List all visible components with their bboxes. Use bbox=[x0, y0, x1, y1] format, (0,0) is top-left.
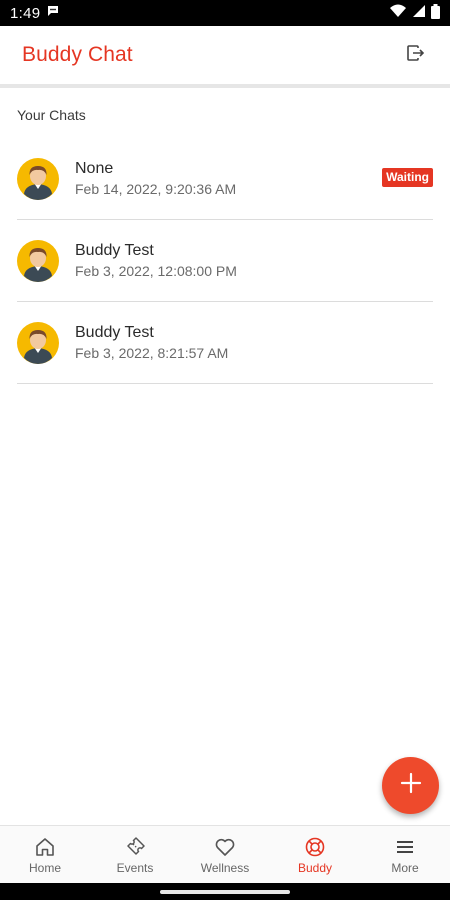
logout-button[interactable] bbox=[402, 41, 430, 69]
nav-item-home[interactable]: Home bbox=[0, 826, 90, 883]
menu-icon bbox=[394, 836, 416, 858]
chat-timestamp: Feb 3, 2022, 12:08:00 PM bbox=[75, 263, 237, 279]
section-label: Your Chats bbox=[17, 107, 86, 123]
chat-name: Buddy Test bbox=[75, 242, 154, 259]
status-badge: Waiting bbox=[382, 168, 433, 187]
wifi-icon bbox=[390, 4, 406, 22]
chat-list-item[interactable]: Buddy Test Feb 3, 2022, 12:08:00 PM bbox=[0, 220, 450, 302]
ticket-icon bbox=[124, 836, 146, 858]
plus-icon bbox=[400, 772, 422, 799]
chat-name: Buddy Test bbox=[75, 324, 154, 341]
message-notification-icon bbox=[46, 4, 60, 22]
avatar bbox=[17, 158, 59, 200]
home-icon bbox=[34, 836, 56, 858]
status-bar: 1:49 bbox=[0, 0, 450, 26]
nav-label: Buddy bbox=[297, 861, 333, 875]
chat-timestamp: Feb 3, 2022, 8:21:57 AM bbox=[75, 345, 229, 361]
lifebuoy-icon bbox=[304, 836, 326, 858]
app-bar: Buddy Chat bbox=[0, 26, 450, 84]
avatar bbox=[17, 322, 59, 364]
bottom-navigation: Home Events Wellness Buddy More bbox=[0, 825, 450, 883]
status-time: 1:49 bbox=[10, 4, 41, 22]
nav-item-events[interactable]: Events bbox=[90, 826, 180, 883]
nav-label: More bbox=[391, 861, 419, 875]
chat-timestamp: Feb 14, 2022, 9:20:36 AM bbox=[75, 181, 237, 197]
nav-item-buddy[interactable]: Buddy bbox=[270, 826, 360, 883]
heart-icon bbox=[214, 836, 236, 858]
nav-item-more[interactable]: More bbox=[360, 826, 450, 883]
nav-label: Wellness bbox=[200, 861, 250, 875]
app-bar-divider bbox=[0, 84, 450, 88]
logout-icon bbox=[407, 44, 425, 66]
chat-name: None bbox=[75, 160, 114, 177]
battery-icon bbox=[431, 3, 440, 23]
nav-label: Home bbox=[28, 861, 61, 875]
avatar bbox=[17, 240, 59, 282]
chat-list-item[interactable]: Buddy Test Feb 3, 2022, 8:21:57 AM bbox=[0, 302, 450, 384]
home-gesture-handle[interactable] bbox=[160, 889, 290, 894]
nav-item-wellness[interactable]: Wellness bbox=[180, 826, 270, 883]
chat-list-item[interactable]: None Feb 14, 2022, 9:20:36 AM Waiting bbox=[0, 138, 450, 220]
nav-label: Events bbox=[116, 861, 154, 875]
system-gesture-bar bbox=[0, 883, 450, 900]
page-title: Buddy Chat bbox=[22, 43, 133, 66]
chat-list: None Feb 14, 2022, 9:20:36 AM Waiting Bu… bbox=[0, 138, 450, 384]
cellular-signal-icon bbox=[412, 4, 425, 22]
new-chat-button[interactable] bbox=[382, 757, 439, 814]
